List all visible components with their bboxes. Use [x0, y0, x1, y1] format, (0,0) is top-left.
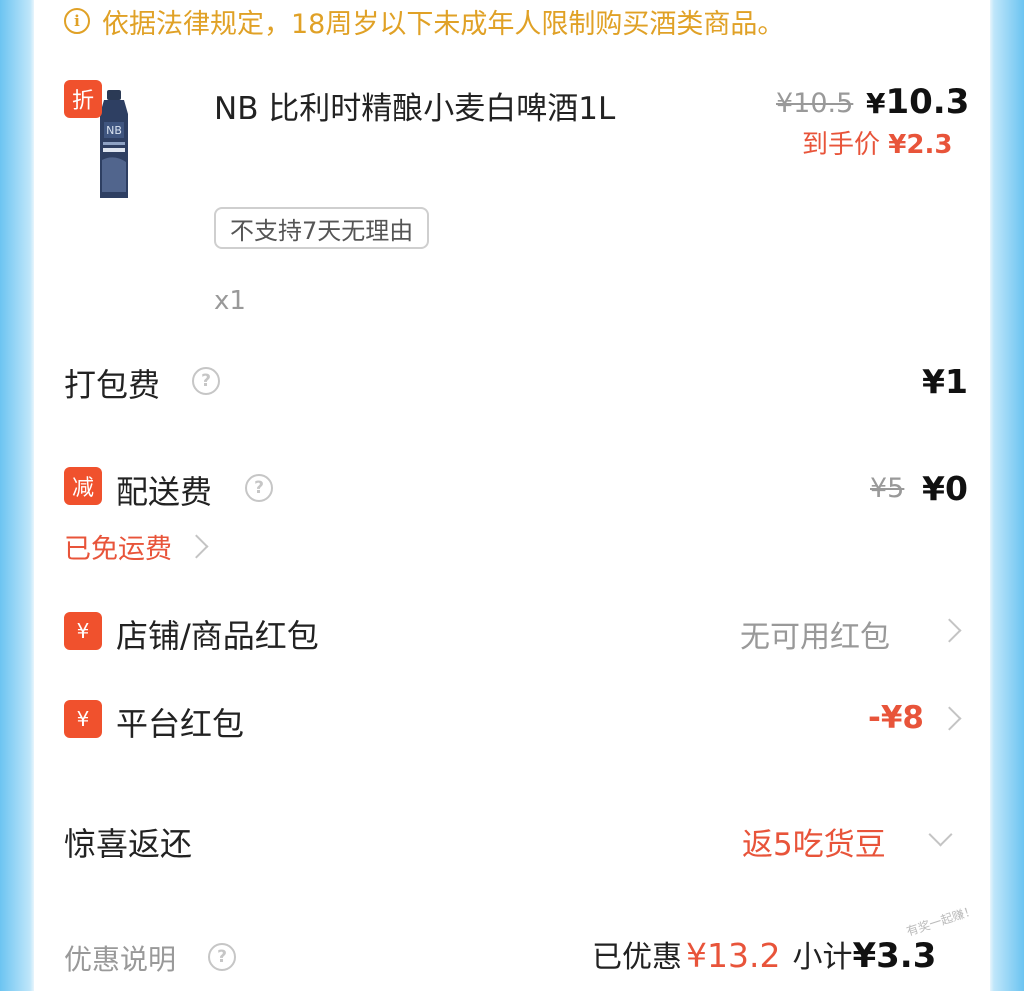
discount-badge: 折 [64, 80, 102, 118]
platform-coupon-badge: ¥ [64, 700, 102, 738]
store-coupon-value[interactable]: 无可用红包 [740, 612, 890, 656]
store-coupon-badge: ¥ [64, 612, 102, 650]
age-restriction-notice: i 依据法律规定，18周岁以下未成年人限制购买酒类商品。 [64, 0, 784, 42]
info-icon: i [64, 8, 90, 34]
discount-total-value: ¥13.2 [686, 936, 781, 975]
product-quantity: x1 [214, 286, 246, 316]
no-return-tag: 不支持7天无理由 [214, 207, 430, 249]
packing-fee-label: 打包费 [64, 366, 161, 404]
packing-fee-value: ¥1 [922, 362, 968, 401]
current-price: ¥10.3 [866, 82, 969, 122]
free-delivery-note[interactable]: 已免运费 [64, 527, 209, 566]
product-title[interactable]: NB 比利时精酿小麦白啤酒1L [214, 84, 654, 134]
subtotal-value: ¥3.3 [852, 936, 937, 976]
original-price: ¥10.5 [776, 88, 854, 119]
surprise-return-value[interactable]: 返5吃货豆 [742, 819, 886, 864]
discount-total-label: 已优惠 [592, 940, 682, 975]
chevron-right-icon [184, 534, 209, 559]
delivery-discount-badge: 减 [64, 467, 102, 505]
delivery-fee-original: ¥5 [870, 473, 905, 504]
delivery-fee-label: 配送费 [116, 473, 213, 511]
subtotal-label: 小计 [792, 940, 853, 975]
delivery-fee-help-icon[interactable]: ? [245, 474, 273, 502]
platform-coupon-label[interactable]: 平台红包 [116, 699, 244, 745]
discount-info-help-icon[interactable]: ? [208, 943, 236, 971]
order-summary: 已优惠 ¥13.2 小计 ¥3.3 [592, 932, 936, 976]
final-price: 到手价 ¥2.3 [802, 124, 952, 161]
free-delivery-text: 已免运费 [64, 534, 172, 565]
packing-fee-help-icon[interactable]: ? [192, 367, 220, 395]
price-symbol: ¥ [866, 87, 886, 120]
discount-info-label[interactable]: 优惠说明 [64, 938, 176, 978]
notice-text: 依据法律规定，18周岁以下未成年人限制购买酒类商品。 [102, 8, 785, 40]
delivery-fee-value: ¥0 [922, 469, 968, 508]
final-price-label: 到手价 [802, 130, 881, 160]
final-price-value: ¥2.3 [888, 130, 953, 160]
platform-coupon-value[interactable]: -¥8 [868, 700, 924, 736]
price-value: 10.3 [885, 82, 970, 122]
svg-text:NB: NB [106, 124, 122, 137]
store-coupon-label[interactable]: 店铺/商品红包 [116, 611, 319, 657]
surprise-return-label: 惊喜返还 [64, 825, 193, 863]
